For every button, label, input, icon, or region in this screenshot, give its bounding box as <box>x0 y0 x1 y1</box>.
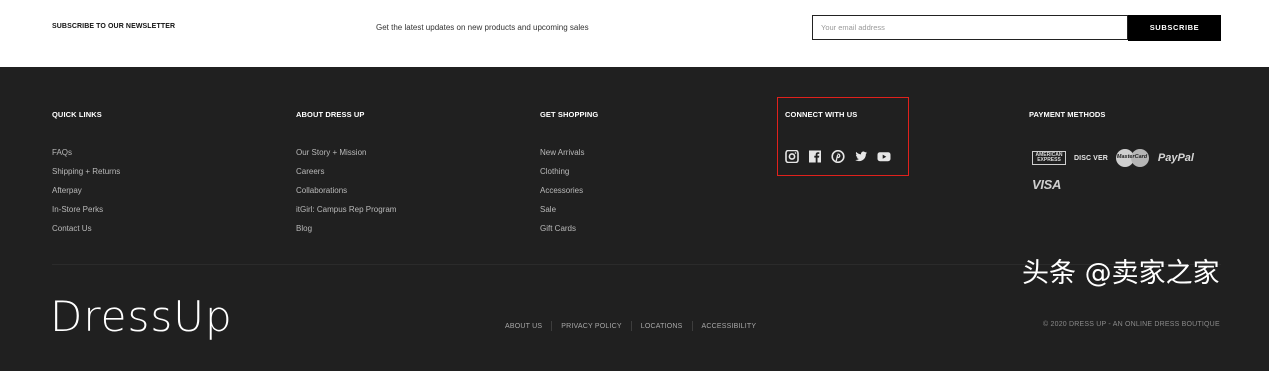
shopping-title: GET SHOPPING <box>540 110 599 119</box>
link-separator <box>551 321 553 331</box>
quick-links-title: QUICK LINKS <box>52 110 102 119</box>
newsletter-description: Get the latest updates on new products a… <box>376 23 589 32</box>
link-separator <box>630 321 632 331</box>
instagram-icon[interactable] <box>785 149 799 164</box>
bottom-links: ABOUT US PRIVACY POLICY LOCATIONS ACCESS… <box>505 321 756 331</box>
payment-title: PAYMENT METHODS <box>1029 110 1106 119</box>
payment-column: PAYMENT METHODS <box>1029 110 1106 120</box>
link-blog[interactable]: Blog <box>296 223 396 242</box>
subscribe-button[interactable]: SUBSCRIBE <box>1128 15 1221 41</box>
link-collaborations[interactable]: Collaborations <box>296 185 396 204</box>
dressup-logo[interactable]: DressUp <box>50 292 233 342</box>
link-in-store-perks[interactable]: In-Store Perks <box>52 204 120 223</box>
link-new-arrivals[interactable]: New Arrivals <box>540 147 598 166</box>
payment-methods: AMERICAN EXPRESS DISC VER MasterCard Pay… <box>1032 148 1194 192</box>
facebook-icon[interactable] <box>808 150 822 163</box>
paypal-logo: PayPal <box>1157 152 1194 164</box>
twitter-icon[interactable] <box>854 150 868 163</box>
link-sale[interactable]: Sale <box>540 204 598 223</box>
social-icons <box>785 149 891 164</box>
link-shipping-returns[interactable]: Shipping + Returns <box>52 166 120 185</box>
link-gift-cards[interactable]: Gift Cards <box>540 223 598 242</box>
about-column: ABOUT DRESS UP Our Story + Mission Caree… <box>296 110 396 242</box>
youtube-icon[interactable] <box>877 150 891 163</box>
pinterest-icon[interactable] <box>831 149 845 164</box>
link-accessibility[interactable]: ACCESSIBILITY <box>702 323 757 330</box>
copyright-text: © 2020 DRESS UP - AN ONLINE DRESS BOUTIQ… <box>1043 321 1220 328</box>
shopping-column: GET SHOPPING New Arrivals Clothing Acces… <box>540 110 598 242</box>
link-contact-us[interactable]: Contact Us <box>52 223 120 242</box>
link-clothing[interactable]: Clothing <box>540 166 598 185</box>
link-separator <box>691 321 693 331</box>
footer: QUICK LINKS FAQs Shipping + Returns Afte… <box>0 67 1269 371</box>
amex-logo: AMERICAN EXPRESS <box>1032 151 1066 165</box>
link-afterpay[interactable]: Afterpay <box>52 185 120 204</box>
discover-logo: DISC VER <box>1074 154 1108 162</box>
link-accessories[interactable]: Accessories <box>540 185 598 204</box>
newsletter-title: SUBSCRIBE TO OUR NEWSLETTER <box>52 23 176 30</box>
link-faqs[interactable]: FAQs <box>52 147 120 166</box>
link-itgirl[interactable]: itGirl: Campus Rep Program <box>296 204 396 223</box>
connect-highlight-box <box>777 97 909 176</box>
email-input[interactable] <box>812 15 1128 40</box>
about-title: ABOUT DRESS UP <box>296 110 365 119</box>
link-careers[interactable]: Careers <box>296 166 396 185</box>
link-about-us[interactable]: ABOUT US <box>505 323 542 330</box>
quick-links-column: QUICK LINKS FAQs Shipping + Returns Afte… <box>52 110 120 242</box>
visa-logo: VISA <box>1032 177 1062 192</box>
link-privacy-policy[interactable]: PRIVACY POLICY <box>561 323 622 330</box>
newsletter-bar: SUBSCRIBE TO OUR NEWSLETTER Get the late… <box>0 0 1269 67</box>
watermark-text: 头条 @卖家之家 <box>1022 258 1220 289</box>
mastercard-logo: MasterCard <box>1115 148 1150 168</box>
link-our-story[interactable]: Our Story + Mission <box>296 147 396 166</box>
link-locations[interactable]: LOCATIONS <box>641 323 683 330</box>
mastercard-text: MasterCard <box>1116 154 1148 160</box>
